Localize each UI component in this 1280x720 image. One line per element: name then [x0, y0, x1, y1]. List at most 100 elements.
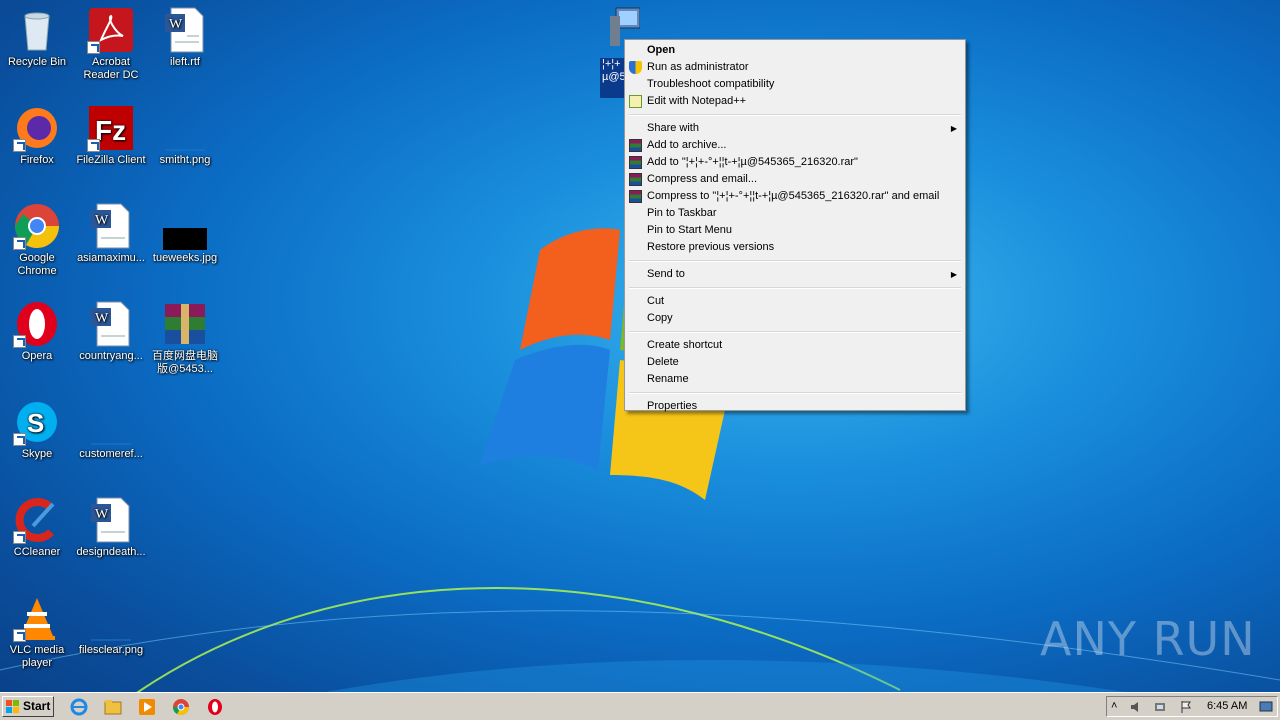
image-file-icon [87, 594, 135, 642]
acrobat-reader-icon [87, 6, 135, 54]
desktop-icon-acrobat-reader[interactable]: Acrobat Reader DC [74, 2, 148, 92]
chrome-icon [13, 202, 61, 250]
menu-item-label: Properties [647, 400, 698, 412]
menu-item-troubleshoot-compatibility[interactable]: Troubleshoot compatibility [627, 76, 963, 93]
desktop-icon-skype[interactable]: S Skype [0, 394, 74, 484]
image-file-icon [87, 398, 135, 446]
menu-item-label: Compress to "¦+¦+-°+¦¦t-+¦µ@545365_21632… [647, 190, 940, 202]
menu-item-copy[interactable]: Copy [627, 310, 963, 327]
desktop-icon-asiamaximu[interactable]: W asiamaximu... [74, 198, 148, 288]
shortcut-arrow-icon [13, 335, 26, 348]
winrar-icon [629, 190, 642, 203]
desktop-icon-label: Google Chrome [17, 252, 57, 277]
menu-item-label: Copy [647, 312, 673, 324]
taskbar-clock[interactable]: 6:45 AM [1207, 700, 1247, 712]
menu-item-compress-to-rar-and-email[interactable]: Compress to "¦+¦+-°+¦¦t-+¦µ@545365_21632… [627, 188, 963, 205]
desktop-icon-label: Acrobat Reader DC [83, 56, 139, 81]
menu-item-label: Compress and email... [647, 173, 758, 185]
desktop-icon-designdeath[interactable]: W designdeath... [74, 492, 148, 582]
desktop-icon-firefox[interactable]: Firefox [0, 100, 74, 190]
chrome-taskbar-icon[interactable] [172, 698, 190, 716]
desktop-icon-opera[interactable]: Opera [0, 296, 74, 386]
menu-item-pin-to-taskbar[interactable]: Pin to Taskbar [627, 205, 963, 222]
desktop-icon-vlc[interactable]: VLC media player [0, 590, 74, 680]
desktop-icon-label: asiamaximu... [77, 252, 145, 264]
network-icon[interactable] [1153, 700, 1167, 714]
menu-item-pin-to-start-menu[interactable]: Pin to Start Menu [627, 222, 963, 239]
file-explorer-icon[interactable] [104, 698, 122, 716]
svg-text:S: S [27, 408, 44, 438]
desktop-icon-filesclear-png[interactable]: filesclear.png [74, 590, 148, 680]
submenu-arrow-icon: ▶ [950, 270, 957, 279]
menu-item-open[interactable]: Open [627, 42, 963, 59]
menu-item-label: Add to "¦+¦+-°+¦¦t-+¦µ@545365_216320.rar… [647, 156, 858, 168]
menu-item-add-to-rar[interactable]: Add to "¦+¦+-°+¦¦t-+¦µ@545365_216320.rar… [627, 154, 963, 171]
menu-item-restore-previous-versions[interactable]: Restore previous versions [627, 239, 963, 256]
media-player-icon[interactable] [138, 698, 156, 716]
shortcut-arrow-icon [13, 139, 26, 152]
uac-shield-icon [629, 61, 642, 74]
menu-separator [629, 392, 961, 394]
start-button[interactable]: Start [2, 696, 54, 717]
opera-icon [13, 300, 61, 348]
word-document-icon: W [161, 6, 209, 54]
desktop-icon-tueweeks-jpg[interactable]: tueweeks.jpg [148, 198, 222, 288]
menu-item-label: Cut [647, 295, 665, 307]
menu-item-send-to[interactable]: Send to ▶ [627, 266, 963, 283]
action-center-flag-icon[interactable] [1179, 700, 1193, 714]
menu-item-label: Troubleshoot compatibility [647, 78, 775, 90]
menu-item-properties[interactable]: Properties [627, 398, 963, 415]
menu-item-label: Add to archive... [647, 139, 727, 151]
desktop-icon-google-chrome[interactable]: Google Chrome [0, 198, 74, 288]
menu-item-label: Rename [647, 373, 689, 385]
menu-item-cut[interactable]: Cut [627, 293, 963, 310]
desktop-icon-ccleaner[interactable]: CCleaner [0, 492, 74, 582]
image-file-icon [161, 202, 209, 250]
word-document-icon: W [87, 202, 135, 250]
menu-item-add-to-archive[interactable]: Add to archive... [627, 137, 963, 154]
desktop-icon-smitht-png[interactable]: smitht.png [148, 100, 222, 190]
show-hidden-icons-icon[interactable]: ˄ [1111, 700, 1125, 714]
desktop-icon-label: Firefox [20, 154, 54, 166]
desktop-icon-label: smitht.png [159, 154, 211, 166]
desktop-icon-countryang[interactable]: W countryang... [74, 296, 148, 386]
desktop-icon-filezilla[interactable]: Fz FileZilla Client [74, 100, 148, 190]
ccleaner-icon [13, 496, 61, 544]
menu-separator [629, 287, 961, 289]
desktop-icon-label: designdeath... [76, 546, 146, 558]
desktop-icon-label: Opera [21, 350, 53, 362]
desktop-icon-customeref[interactable]: customeref... [74, 394, 148, 484]
desktop-icon-baidu-netdisk[interactable]: 百度网盘电脑版@5453... [148, 296, 222, 386]
vlc-icon [13, 594, 61, 642]
start-label: Start [23, 699, 51, 713]
desktop-icon-label: filesclear.png [78, 644, 144, 656]
svg-text:W: W [169, 17, 183, 32]
shortcut-arrow-icon [87, 139, 100, 152]
desktop-icon-label: 百度网盘电脑版@5453... [152, 350, 218, 375]
filezilla-icon: Fz [87, 104, 135, 152]
word-document-icon: W [87, 300, 135, 348]
shortcut-arrow-icon [13, 531, 26, 544]
svg-text:W: W [95, 507, 109, 522]
menu-item-create-shortcut[interactable]: Create shortcut [627, 337, 963, 354]
internet-explorer-icon[interactable] [70, 698, 88, 716]
menu-item-delete[interactable]: Delete [627, 354, 963, 371]
menu-item-compress-and-email[interactable]: Compress and email... [627, 171, 963, 188]
desktop-icon-ileft-rtf[interactable]: W ileft.rtf [148, 2, 222, 92]
menu-separator [629, 114, 961, 116]
skype-icon: S [13, 398, 61, 446]
menu-item-run-as-administrator[interactable]: Run as administrator [627, 59, 963, 76]
menu-item-share-with[interactable]: Share with ▶ [627, 120, 963, 137]
desktop-icon-label: VLC media player [9, 644, 65, 669]
desktop-icon-label: countryang... [79, 350, 143, 362]
shortcut-arrow-icon [13, 237, 26, 250]
opera-taskbar-icon[interactable] [206, 698, 224, 716]
desktop-icon-recycle-bin[interactable]: Recycle Bin [0, 2, 74, 92]
svg-text:W: W [95, 213, 109, 228]
desktop-icon-label: CCleaner [13, 546, 61, 558]
menu-item-label: Create shortcut [647, 339, 723, 351]
volume-icon[interactable] [1129, 700, 1143, 714]
menu-item-rename[interactable]: Rename [627, 371, 963, 388]
show-desktop-icon[interactable] [1259, 700, 1273, 714]
menu-item-edit-with-notepadpp[interactable]: Edit with Notepad++ [627, 93, 963, 110]
